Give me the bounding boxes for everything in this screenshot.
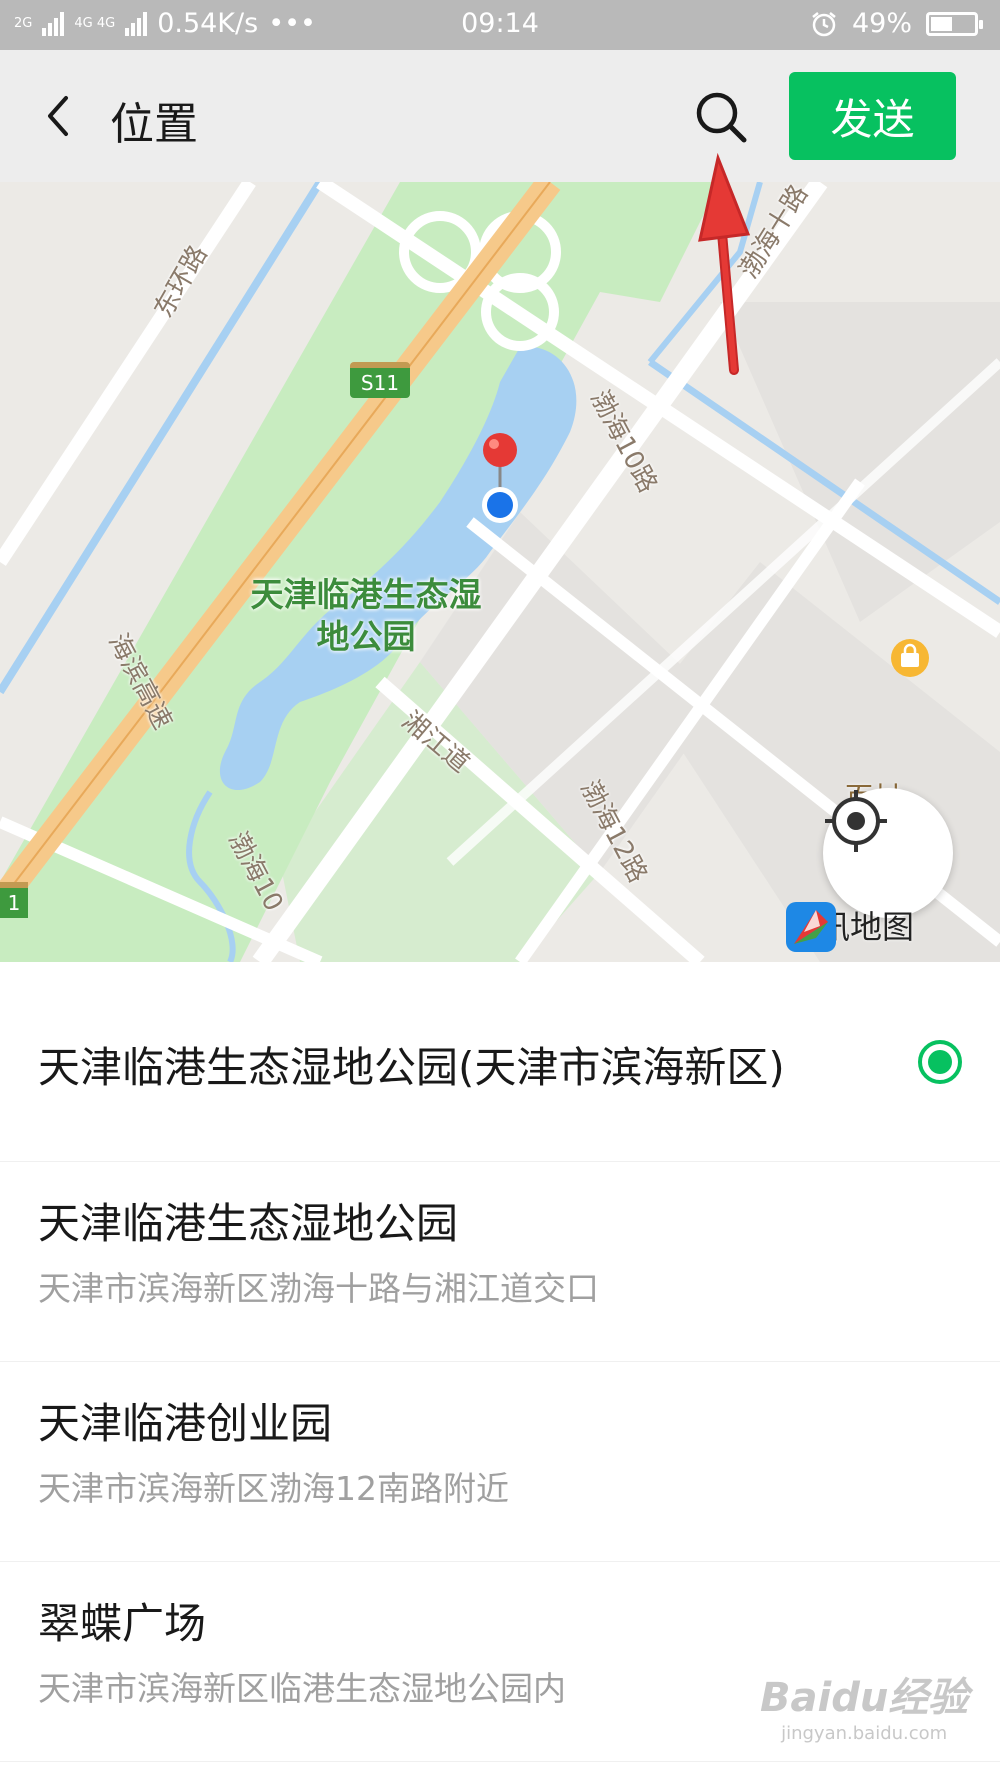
list-item[interactable]: 天津临港生态湿地公园 天津市滨海新区渤海十路与湘江道交口 [0,1162,1000,1362]
search-icon[interactable] [690,86,752,148]
battery-fill [931,16,952,31]
location-pin-icon [482,433,518,523]
park-name-label: 天津临港生态湿地公园 [250,575,482,656]
location-name: 天津临港生态湿地公园 [38,1199,459,1248]
send-button[interactable]: 发送 [789,72,956,160]
battery-percent: 49% [851,8,912,39]
tencent-map-logo: 腾讯地图 [786,902,914,952]
my-location-button[interactable] [823,788,953,918]
location-name: 天津临港生态湿地公园(天津市滨海新区) [38,1043,785,1092]
my-location-icon [825,790,887,852]
highway-shield: 1 [0,882,28,918]
location-name: 翠蝶广场 [38,1599,207,1648]
shop-icon [891,639,929,677]
location-address: 天津市滨海新区渤海12南路附近 [38,1469,509,1508]
location-name: 天津临港创业园 [38,1399,333,1448]
list-item[interactable]: 天津临港生态湿地公园(天津市滨海新区) [0,962,1000,1162]
alarm-icon [812,11,836,36]
header-bar: 位置 发送 [0,50,1000,182]
watermark-logo: Baidu经验 [760,1675,969,1721]
location-list: 天津临港生态湿地公园(天津市滨海新区) 天津临港生态湿地公园 天津市滨海新区渤海… [0,962,1000,1762]
battery-icon [926,11,983,36]
tencent-map-logo-icon [786,902,836,952]
location-picker-screen: 2G 4G 4G 0.54K/s ••• 09:14 49% 位置 发送 S11… [0,0,1000,1778]
watermark-url: jingyan.baidu.com [781,1723,948,1744]
location-address: 天津市滨海新区临港生态湿地公园内 [38,1669,566,1708]
location-address: 天津市滨海新区渤海十路与湘江道交口 [38,1269,599,1308]
map-view[interactable]: S11 1 东环路 渤海十路 渤海10路 海滨高速 湘江道 渤海12路 渤海10… [0,182,1000,962]
baidu-watermark: Baidu经验 jingyan.baidu.com [760,1665,968,1744]
page-title: 位置 [110,99,198,150]
status-bar: 2G 4G 4G 0.54K/s ••• 09:14 49% [0,0,1000,50]
red-arrow-annotation [698,152,751,375]
selected-check-icon [918,1040,962,1084]
back-icon[interactable] [30,86,90,146]
list-item[interactable]: 天津临港创业园 天津市滨海新区渤海12南路附近 [0,1362,1000,1562]
highway-shield-s11: S11 [350,362,410,398]
